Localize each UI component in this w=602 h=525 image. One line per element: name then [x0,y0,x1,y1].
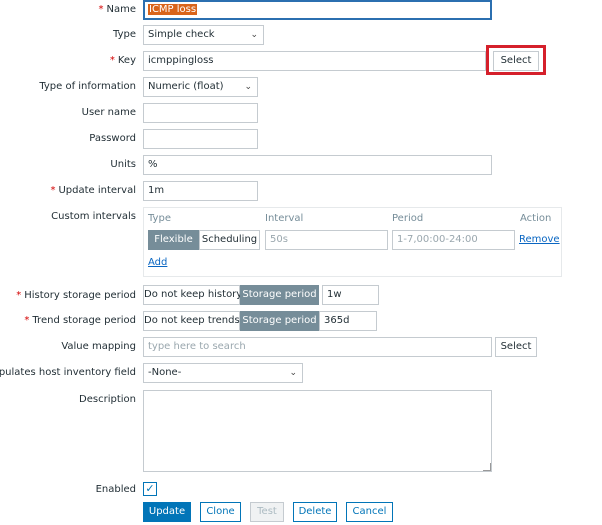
value-mapping-label: Value mapping [61,341,136,352]
update-interval-label: * Update interval [50,185,136,196]
name-input[interactable]: ICMP loss [143,0,492,20]
password-input[interactable] [143,129,258,149]
password-label: Password [89,133,136,144]
name-label: * Name [98,4,136,15]
value-mapping-input[interactable]: type here to search [143,337,492,357]
ci-interval-input[interactable]: 50s [265,230,388,250]
history-storage-period[interactable]: Storage period [240,285,319,305]
enabled-label: Enabled [95,484,136,495]
chevron-down-icon: ⌄ [289,368,297,378]
clone-button[interactable]: Clone [200,502,241,522]
key-input[interactable]: icmppingloss [143,51,486,71]
cancel-button[interactable]: Cancel [346,502,393,522]
description-textarea[interactable] [143,390,492,472]
delete-button[interactable]: Delete [293,502,337,522]
update-button[interactable]: Update [143,502,191,522]
ci-mode-flexible[interactable]: Flexible [148,230,199,250]
test-button: Test [250,502,284,522]
checkmark-icon: ✓ [145,482,155,495]
type-of-information-select[interactable]: Numeric (float) ⌄ [143,77,258,97]
trend-storage-period[interactable]: Storage period [240,311,319,331]
ci-header-action: Action [520,213,552,224]
key-label: * Key [109,55,136,66]
ci-mode-scheduling[interactable]: Scheduling [199,230,260,250]
update-interval-input[interactable]: 1m [143,181,258,201]
ci-header-period: Period [392,213,424,224]
ci-header-type: Type [148,213,171,224]
history-do-not-keep[interactable]: Do not keep history [143,285,242,305]
trend-label: * Trend storage period [24,315,136,326]
history-label: * History storage period [16,290,136,301]
enabled-checkbox[interactable]: ✓ [143,482,157,496]
units-label: Units [110,159,136,170]
inventory-label: Populates host inventory field [0,367,136,378]
type-of-information-label: Type of information [39,81,136,92]
key-select-button[interactable]: Select [493,51,539,71]
chevron-down-icon: ⌄ [244,82,252,92]
history-value-input[interactable]: 1w [322,285,379,305]
trend-value-input[interactable]: 365d [319,311,377,331]
ci-add-link[interactable]: Add [148,256,167,270]
user-name-label: User name [81,107,136,118]
type-label: Type [113,29,136,40]
type-select[interactable]: Simple check ⌄ [143,25,264,45]
inventory-select[interactable]: -None- ⌄ [143,363,303,383]
chevron-down-icon: ⌄ [250,30,258,40]
resize-handle-icon[interactable] [483,463,491,471]
ci-period-input[interactable]: 1-7,00:00-24:00 [392,230,515,250]
description-label: Description [79,394,136,405]
trend-do-not-keep[interactable]: Do not keep trends [143,311,240,331]
units-input[interactable]: % [143,155,492,175]
user-name-input[interactable] [143,103,258,123]
custom-intervals-label: Custom intervals [51,211,136,222]
ci-header-interval: Interval [265,213,304,224]
value-mapping-select-button[interactable]: Select [495,337,537,357]
ci-remove-link[interactable]: Remove [519,233,560,247]
